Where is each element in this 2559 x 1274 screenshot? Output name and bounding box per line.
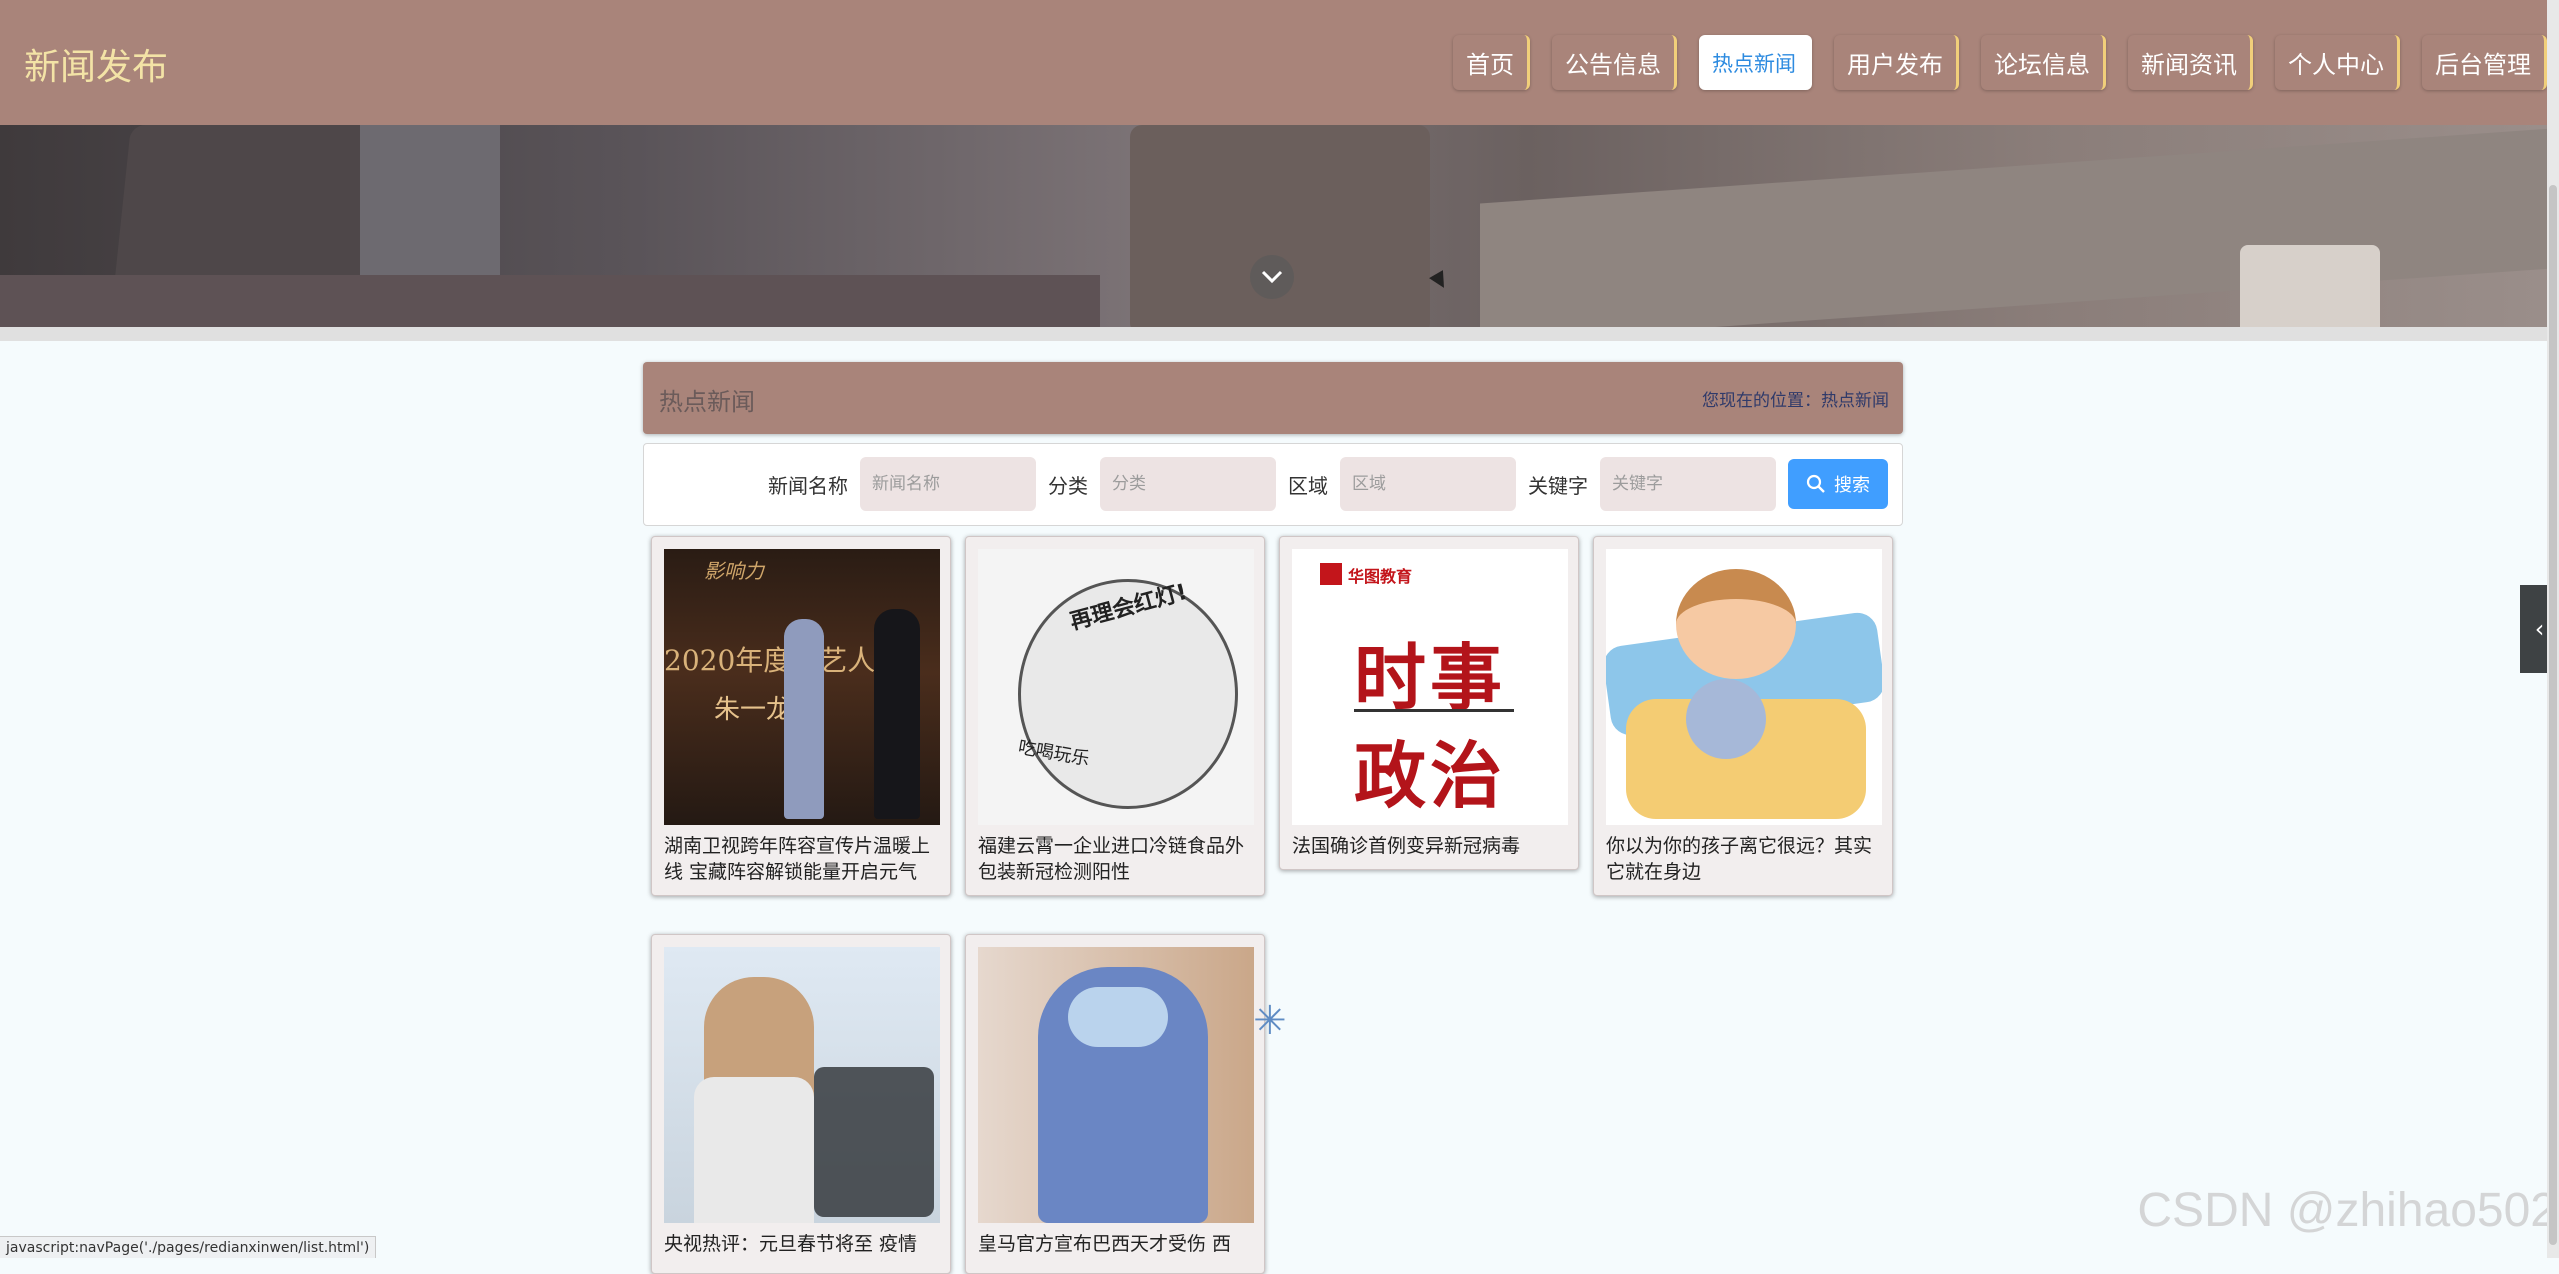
news-card[interactable]: 皇马官方宣布巴西天才受伤 西 xyxy=(965,934,1265,1274)
news-card[interactable]: 再理会红灯! 吃喝玩乐 福建云霄一企业进口冷链食品外包装新冠检测阳性 xyxy=(965,536,1265,896)
search-button[interactable]: 搜索 xyxy=(1788,459,1888,509)
thumbnail-caption: 政治 xyxy=(1354,734,1507,818)
news-title[interactable]: 你以为你的孩子离它很远？其实它就在身边 xyxy=(1606,833,1880,885)
nav-admin[interactable]: 后台管理 xyxy=(2422,35,2547,90)
thumbnail-caption: 影响力 xyxy=(704,559,764,583)
search-icon xyxy=(1806,474,1825,493)
scrollbar-thumb[interactable] xyxy=(2549,185,2557,1245)
nav-forum[interactable]: 论坛信息 xyxy=(1981,35,2106,90)
keyword-label: 关键字 xyxy=(1528,473,1588,498)
nav-home[interactable]: 首页 xyxy=(1453,35,1530,90)
banner-divider xyxy=(0,327,2547,341)
search-button-label: 搜索 xyxy=(1834,475,1870,496)
nav-hot-news[interactable]: 热点新闻 xyxy=(1699,35,1812,90)
main-nav: 首页 公告信息 热点新闻 用户发布 论坛信息 新闻资讯 个人中心 后台管理 xyxy=(1453,35,2547,90)
news-thumbnail[interactable]: 华图教育 时事 政治 xyxy=(1292,549,1568,825)
nav-personal-center[interactable]: 个人中心 xyxy=(2275,35,2400,90)
chevron-down-icon xyxy=(1261,270,1283,284)
news-title[interactable]: 皇马官方宣布巴西天才受伤 西 xyxy=(978,1231,1252,1257)
news-card[interactable]: 央视热评：元旦春节将至 疫情 xyxy=(651,934,951,1274)
thumbnail-caption: 朱一龙 xyxy=(714,695,793,725)
thumbnail-caption: 华图教育 xyxy=(1348,567,1413,586)
category-label: 分类 xyxy=(1048,473,1088,498)
watermark: CSDN @zhihao502 xyxy=(2137,1184,2557,1237)
nav-announcements[interactable]: 公告信息 xyxy=(1552,35,1677,90)
news-name-label: 新闻名称 xyxy=(768,473,848,498)
page-title: 热点新闻 xyxy=(659,388,755,416)
news-thumbnail[interactable]: 再理会红灯! 吃喝玩乐 xyxy=(978,549,1254,825)
location-text: 您现在的位置：热点新闻 xyxy=(1702,391,1889,411)
news-title[interactable]: 湖南卫视跨年阵容宣传片温暖上线 宝藏阵容解锁能量开启元气 xyxy=(664,833,938,885)
news-card[interactable]: 你以为你的孩子离它很远？其实它就在身边 xyxy=(1593,536,1893,896)
news-thumbnail[interactable] xyxy=(664,947,940,1223)
news-thumbnail[interactable] xyxy=(1606,549,1882,825)
keyword-input[interactable] xyxy=(1600,457,1776,511)
site-title[interactable]: 新闻发布 xyxy=(24,38,168,90)
page-scrollbar[interactable] xyxy=(2547,0,2559,1258)
region-input[interactable] xyxy=(1340,457,1516,511)
region-label: 区域 xyxy=(1288,473,1328,498)
nav-news-info[interactable]: 新闻资讯 xyxy=(2128,35,2253,90)
loading-spinner-icon: ✳ xyxy=(1253,998,1287,1044)
news-name-input[interactable] xyxy=(860,457,1036,511)
scroll-down-button[interactable] xyxy=(1250,255,1294,299)
top-header: 新闻发布 首页 公告信息 热点新闻 用户发布 论坛信息 新闻资讯 个人中心 后台… xyxy=(0,0,2547,125)
news-card[interactable]: 2020年度演艺人物 朱一龙 影响力 湖南卫视跨年阵容宣传片温暖上线 宝藏阵容解… xyxy=(651,536,951,896)
nav-user-publish[interactable]: 用户发布 xyxy=(1834,35,1959,90)
news-title[interactable]: 央视热评：元旦春节将至 疫情 xyxy=(664,1231,938,1257)
chevron-left-icon: ‹ xyxy=(2534,615,2545,643)
news-thumbnail[interactable]: 2020年度演艺人物 朱一龙 影响力 xyxy=(664,549,940,825)
category-input[interactable] xyxy=(1100,457,1276,511)
news-title[interactable]: 福建云霄一企业进口冷链食品外包装新冠检测阳性 xyxy=(978,833,1252,885)
breadcrumb: 热点新闻 您现在的位置：热点新闻 xyxy=(643,362,1903,434)
news-card[interactable]: 华图教育 时事 政治 法国确诊首例变异新冠病毒 xyxy=(1279,536,1579,870)
news-thumbnail[interactable] xyxy=(978,947,1254,1223)
status-bar: javascript:navPage('./pages/redianxinwen… xyxy=(0,1236,377,1258)
search-form: 新闻名称 分类 区域 关键字 搜索 xyxy=(643,443,1903,526)
news-title[interactable]: 法国确诊首例变异新冠病毒 xyxy=(1292,833,1566,859)
